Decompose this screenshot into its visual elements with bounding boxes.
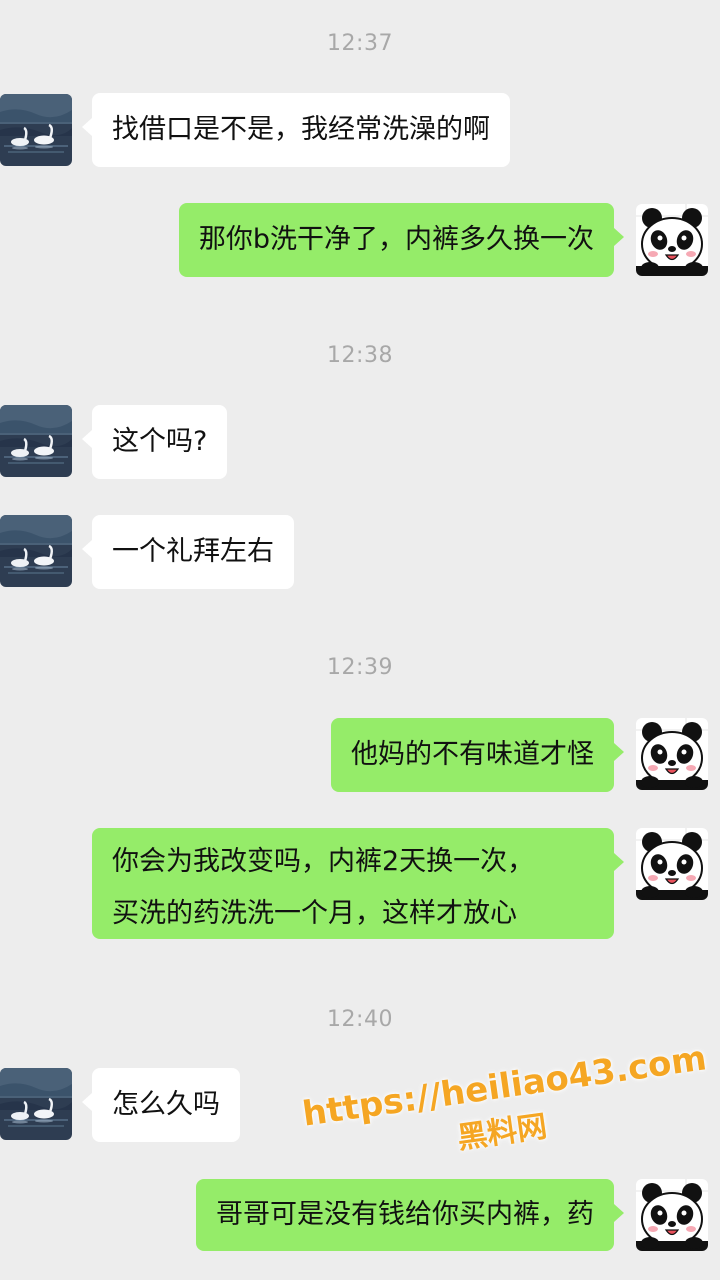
- swan-avatar-icon[interactable]: [0, 94, 72, 166]
- message-bubble-incoming[interactable]: 找借口是不是，我经常洗澡的啊: [82, 93, 510, 167]
- timestamp: 12:38: [327, 343, 393, 368]
- panda-avatar-icon[interactable]: [636, 828, 708, 900]
- message-bubble-incoming[interactable]: 一个礼拜左右: [82, 515, 294, 589]
- message-bubble-outgoing[interactable]: 那你b洗干净了，内裤多久换一次: [178, 203, 625, 277]
- message-bubble-outgoing[interactable]: 你会为我改变吗，内裤2天换一次， 买洗的药洗洗一个月，这样才放心: [92, 828, 624, 939]
- timestamp: 12:39: [327, 655, 393, 680]
- swan-avatar-icon[interactable]: [0, 515, 72, 587]
- swan-avatar-icon[interactable]: [0, 405, 72, 477]
- message-bubble-incoming[interactable]: 这个吗?: [81, 405, 228, 479]
- message-bubble-outgoing[interactable]: 哥哥可是没有钱给你买内裤，药: [196, 1179, 624, 1251]
- message-line: 你会为我改变吗，内裤2天换一次，: [112, 846, 535, 877]
- panda-avatar-icon[interactable]: [636, 1179, 708, 1251]
- timestamp: 12:37: [327, 31, 393, 56]
- message-bubble-incoming[interactable]: 怎么久吗: [82, 1068, 240, 1142]
- message-bubble-outgoing[interactable]: 他妈的不有味道才怪: [331, 718, 624, 792]
- panda-avatar-icon[interactable]: [636, 204, 708, 276]
- timestamp: 12:40: [327, 1007, 393, 1032]
- message-line: 买洗的药洗洗一个月，这样才放心: [112, 898, 517, 929]
- panda-avatar-icon[interactable]: [636, 718, 708, 790]
- chat-area[interactable]: 12:37 找借口是不是，我经常洗澡的啊 那你b洗干净了，内裤多久换一次 12:…: [0, 0, 720, 1280]
- swan-avatar-icon[interactable]: [0, 1068, 72, 1140]
